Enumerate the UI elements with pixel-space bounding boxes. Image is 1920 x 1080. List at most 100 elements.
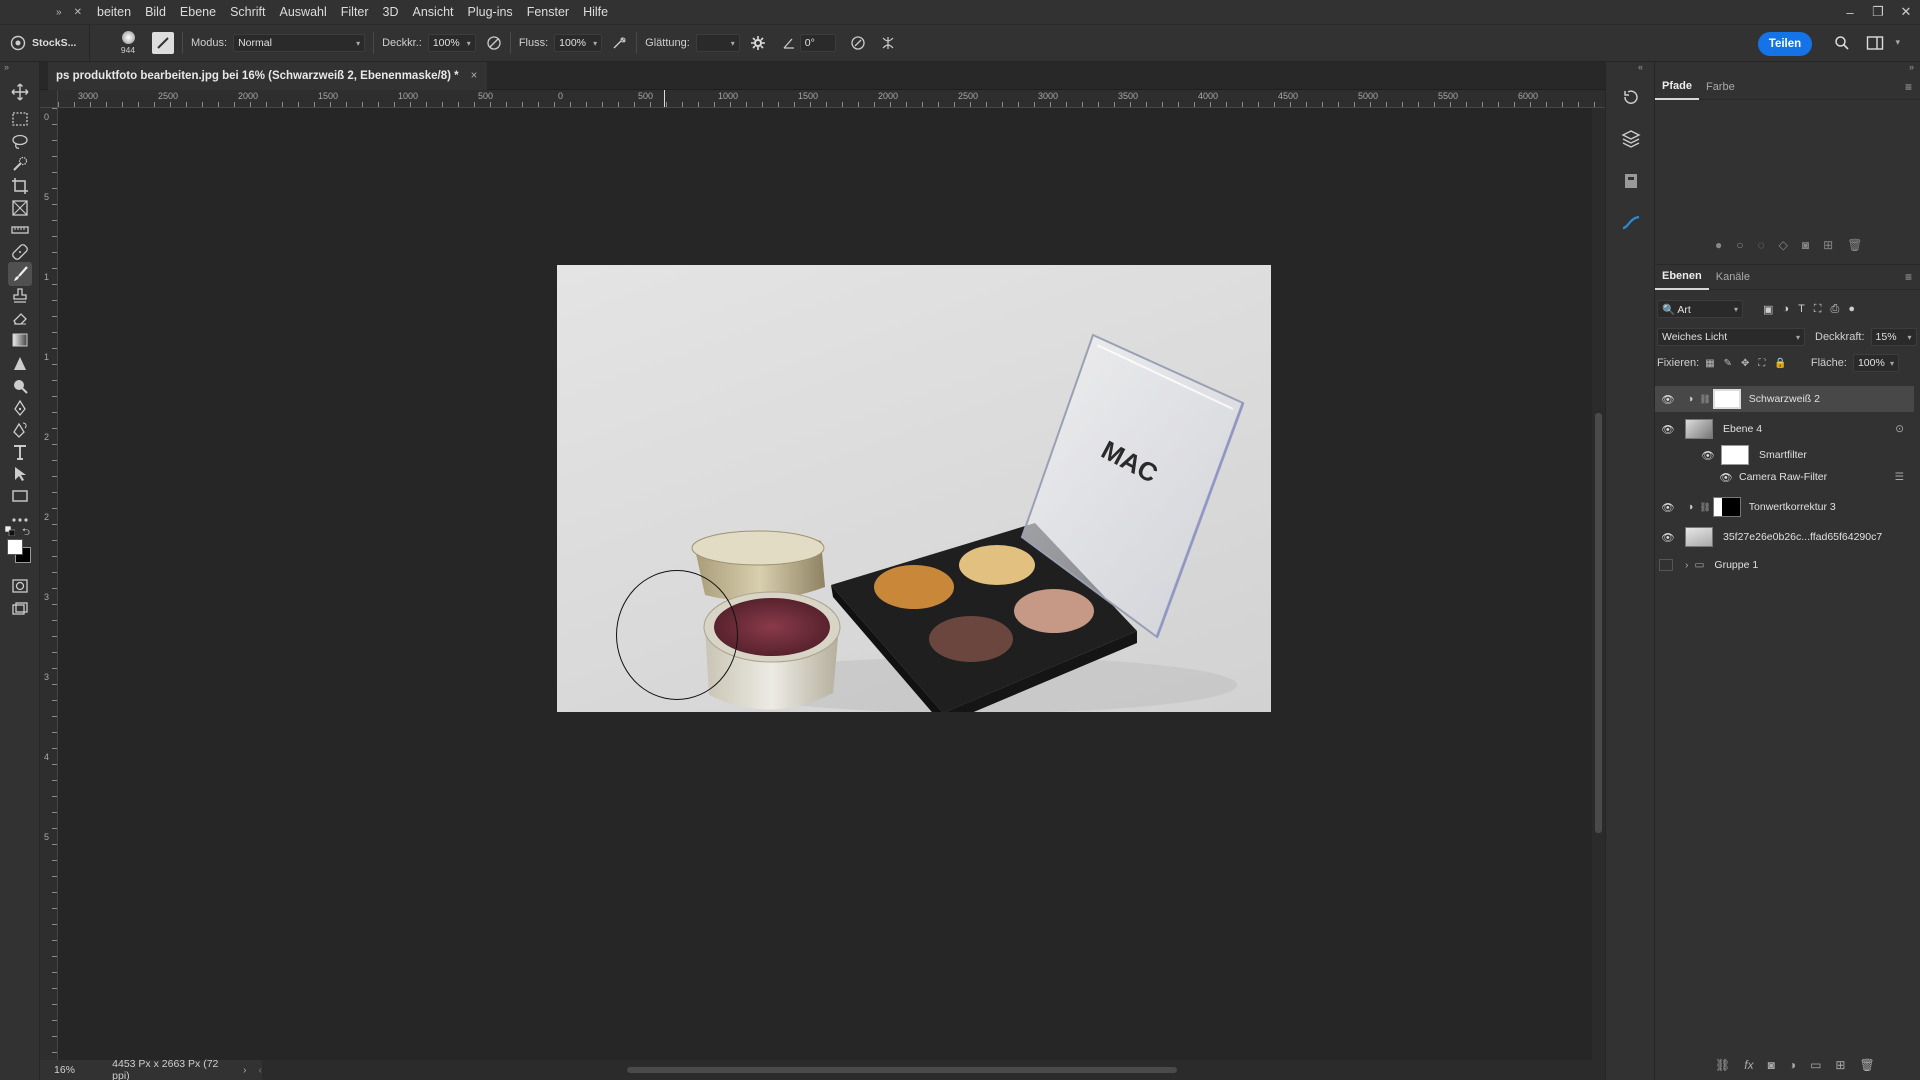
quick-selection-tool-icon[interactable] [8, 152, 32, 176]
menu-type[interactable]: Schrift [223, 0, 272, 24]
minimize-icon[interactable]: – [1836, 0, 1864, 24]
fill-input[interactable]: 100% ▾ [1852, 354, 1899, 372]
restore-icon[interactable]: ❐ [1864, 0, 1892, 24]
lock-position-icon[interactable]: ✥ [1741, 358, 1749, 369]
move-tool-icon[interactable] [8, 80, 32, 104]
ruler-horizontal[interactable]: 3000 2500 2000 1500 1000 500 0 500 1000 … [58, 90, 1605, 108]
menu-view[interactable]: Ansicht [406, 0, 461, 24]
visibility-eye-icon[interactable]: 👁 [1659, 392, 1677, 406]
screen-mode-icon[interactable] [8, 597, 32, 621]
menu-help[interactable]: Hilfe [576, 0, 615, 24]
lock-pixels-icon[interactable]: ✎ [1724, 358, 1732, 369]
airbrush-icon[interactable] [612, 35, 628, 51]
filter-toggle-icon[interactable]: ● [1848, 303, 1855, 316]
layer-row[interactable]: 👁 Camera Raw-Filter ☰ [1655, 464, 1914, 490]
pressure-opacity-icon[interactable] [486, 35, 502, 51]
gradient-tool-icon[interactable] [8, 328, 32, 352]
stock-icon[interactable] [10, 35, 26, 51]
lock-all-icon[interactable]: 🔒 [1774, 358, 1786, 369]
fx-icon[interactable]: fx [1744, 1058, 1753, 1072]
tab-close-icon[interactable]: × [471, 70, 478, 82]
pen-tool-icon[interactable] [8, 396, 32, 420]
make-path-icon[interactable]: ◇ [1779, 238, 1788, 252]
panels-collapse-icon[interactable]: » [1909, 62, 1914, 72]
filter-adjustment-icon[interactable]: ◑ [1782, 303, 1789, 316]
filter-pixel-icon[interactable]: ▣ [1763, 303, 1773, 316]
symmetry-icon[interactable] [880, 35, 896, 51]
lock-artboard-icon[interactable]: ⛶ [1758, 358, 1765, 369]
layer-kind-filter[interactable]: 🔍 Art ▾ [1657, 300, 1743, 318]
filter-type-icon[interactable]: T [1798, 303, 1805, 316]
blur-tool-icon[interactable] [8, 352, 32, 376]
history-icon[interactable] [1618, 84, 1644, 110]
libraries-icon[interactable] [1618, 168, 1644, 194]
layer-row[interactable]: › ▭ Gruppe 1 [1655, 552, 1914, 578]
brush-preset-picker[interactable]: 944 [98, 25, 158, 61]
menu-image[interactable]: Bild [138, 0, 173, 24]
share-button[interactable]: Teilen [1758, 32, 1812, 56]
clone-stamp-tool-icon[interactable] [8, 284, 32, 308]
menu-edit[interactable]: beiten [90, 0, 138, 24]
strip-collapse-icon[interactable]: « [1638, 62, 1643, 72]
delete-path-icon[interactable]: 🗑 [1847, 238, 1862, 252]
lock-transparency-icon[interactable]: ▦ [1705, 358, 1714, 369]
filter-options-icon[interactable]: ☰ [1895, 471, 1904, 483]
new-layer-icon[interactable]: ⊞ [1835, 1058, 1845, 1072]
frame-tool-icon[interactable] [8, 196, 32, 220]
new-group-icon[interactable]: ▭ [1810, 1058, 1821, 1072]
flow-input[interactable]: 100% ▾ [554, 34, 603, 52]
quick-mask-icon[interactable] [8, 574, 32, 598]
lasso-tool-icon[interactable] [8, 130, 32, 154]
horizontal-scroll-thumb[interactable] [627, 1067, 1177, 1073]
layer-row[interactable]: 👁 35f27e26e0b26c...ffad65f64290c7 [1655, 524, 1914, 550]
dodge-tool-icon[interactable] [8, 374, 32, 398]
add-layer-mask-icon[interactable]: ◙ [1768, 1058, 1775, 1072]
toolbar-collapse-icon[interactable]: » [4, 62, 9, 72]
tab-layers[interactable]: Ebenen [1655, 264, 1709, 290]
layer-mask-thumbnail[interactable] [1712, 497, 1741, 517]
expand-icon[interactable]: » [56, 7, 62, 18]
default-colors-icon[interactable] [4, 525, 16, 537]
search-icon[interactable] [1834, 35, 1850, 51]
visibility-eye-icon[interactable]: 👁 [1659, 530, 1677, 544]
workspace-chevron-icon[interactable]: ▾ [1895, 37, 1900, 48]
visibility-eye-icon[interactable]: 👁 [1699, 448, 1717, 462]
layers-stack-icon[interactable] [1618, 126, 1644, 152]
window-close-icon[interactable]: ✕ [1892, 0, 1920, 24]
vertical-scrollbar[interactable] [1592, 108, 1605, 1060]
path-selection-tool-icon[interactable] [8, 462, 32, 486]
visibility-eye-icon[interactable]: 👁 [1717, 470, 1735, 484]
visibility-eye-icon[interactable]: 👁 [1659, 500, 1677, 514]
brush-settings-icon[interactable] [152, 32, 174, 54]
brush-tool-icon[interactable] [8, 262, 32, 286]
home-label[interactable]: StockS... [32, 37, 76, 49]
visibility-toggle-empty[interactable] [1659, 559, 1673, 571]
layer-row[interactable]: 👁 Ebene 4 ⊙ [1655, 416, 1914, 442]
link-icon[interactable]: ⛓ [1699, 502, 1710, 513]
menu-plugins[interactable]: Plug-ins [461, 0, 520, 24]
stroke-path-icon[interactable]: ○ [1736, 238, 1743, 252]
smartfilter-mask-thumbnail[interactable] [1721, 445, 1749, 465]
angle-input[interactable]: 0° [799, 34, 836, 52]
gear-icon[interactable] [750, 35, 766, 51]
layer-opacity-input[interactable]: 15% ▾ [1870, 328, 1917, 346]
layer-mask-thumbnail[interactable] [1712, 389, 1741, 409]
layer-row[interactable]: 👁 ◑ ⛓ Tonwertkorrektur 3 [1655, 494, 1914, 520]
fill-path-icon[interactable]: ● [1715, 238, 1722, 252]
ruler-vertical[interactable]: 0 5 1 1 2 2 3 3 4 5 [40, 108, 58, 1060]
menu-select[interactable]: Auswahl [273, 0, 334, 24]
vertical-scroll-thumb[interactable] [1595, 413, 1602, 833]
curves-icon[interactable] [1618, 210, 1644, 236]
chevron-right-icon[interactable]: › [1685, 559, 1689, 571]
foreground-color-swatch[interactable] [7, 539, 23, 555]
add-mask-icon[interactable]: ◙ [1802, 238, 1809, 252]
menu-filter[interactable]: Filter [334, 0, 376, 24]
canvas-area[interactable]: MAC [58, 108, 1592, 1060]
layer-row[interactable]: 👁 ◑ ⛓ Schwarzweiß 2 [1655, 386, 1914, 412]
status-chevron-icon[interactable]: › [243, 1064, 247, 1076]
ruler-tool-icon[interactable] [8, 218, 32, 242]
close-icon[interactable]: ✕ [74, 7, 82, 18]
scroll-left-icon[interactable]: ‹ [259, 1064, 263, 1076]
zoom-level[interactable]: 16% [54, 1064, 92, 1076]
tab-channels[interactable]: Kanäle [1709, 264, 1757, 290]
